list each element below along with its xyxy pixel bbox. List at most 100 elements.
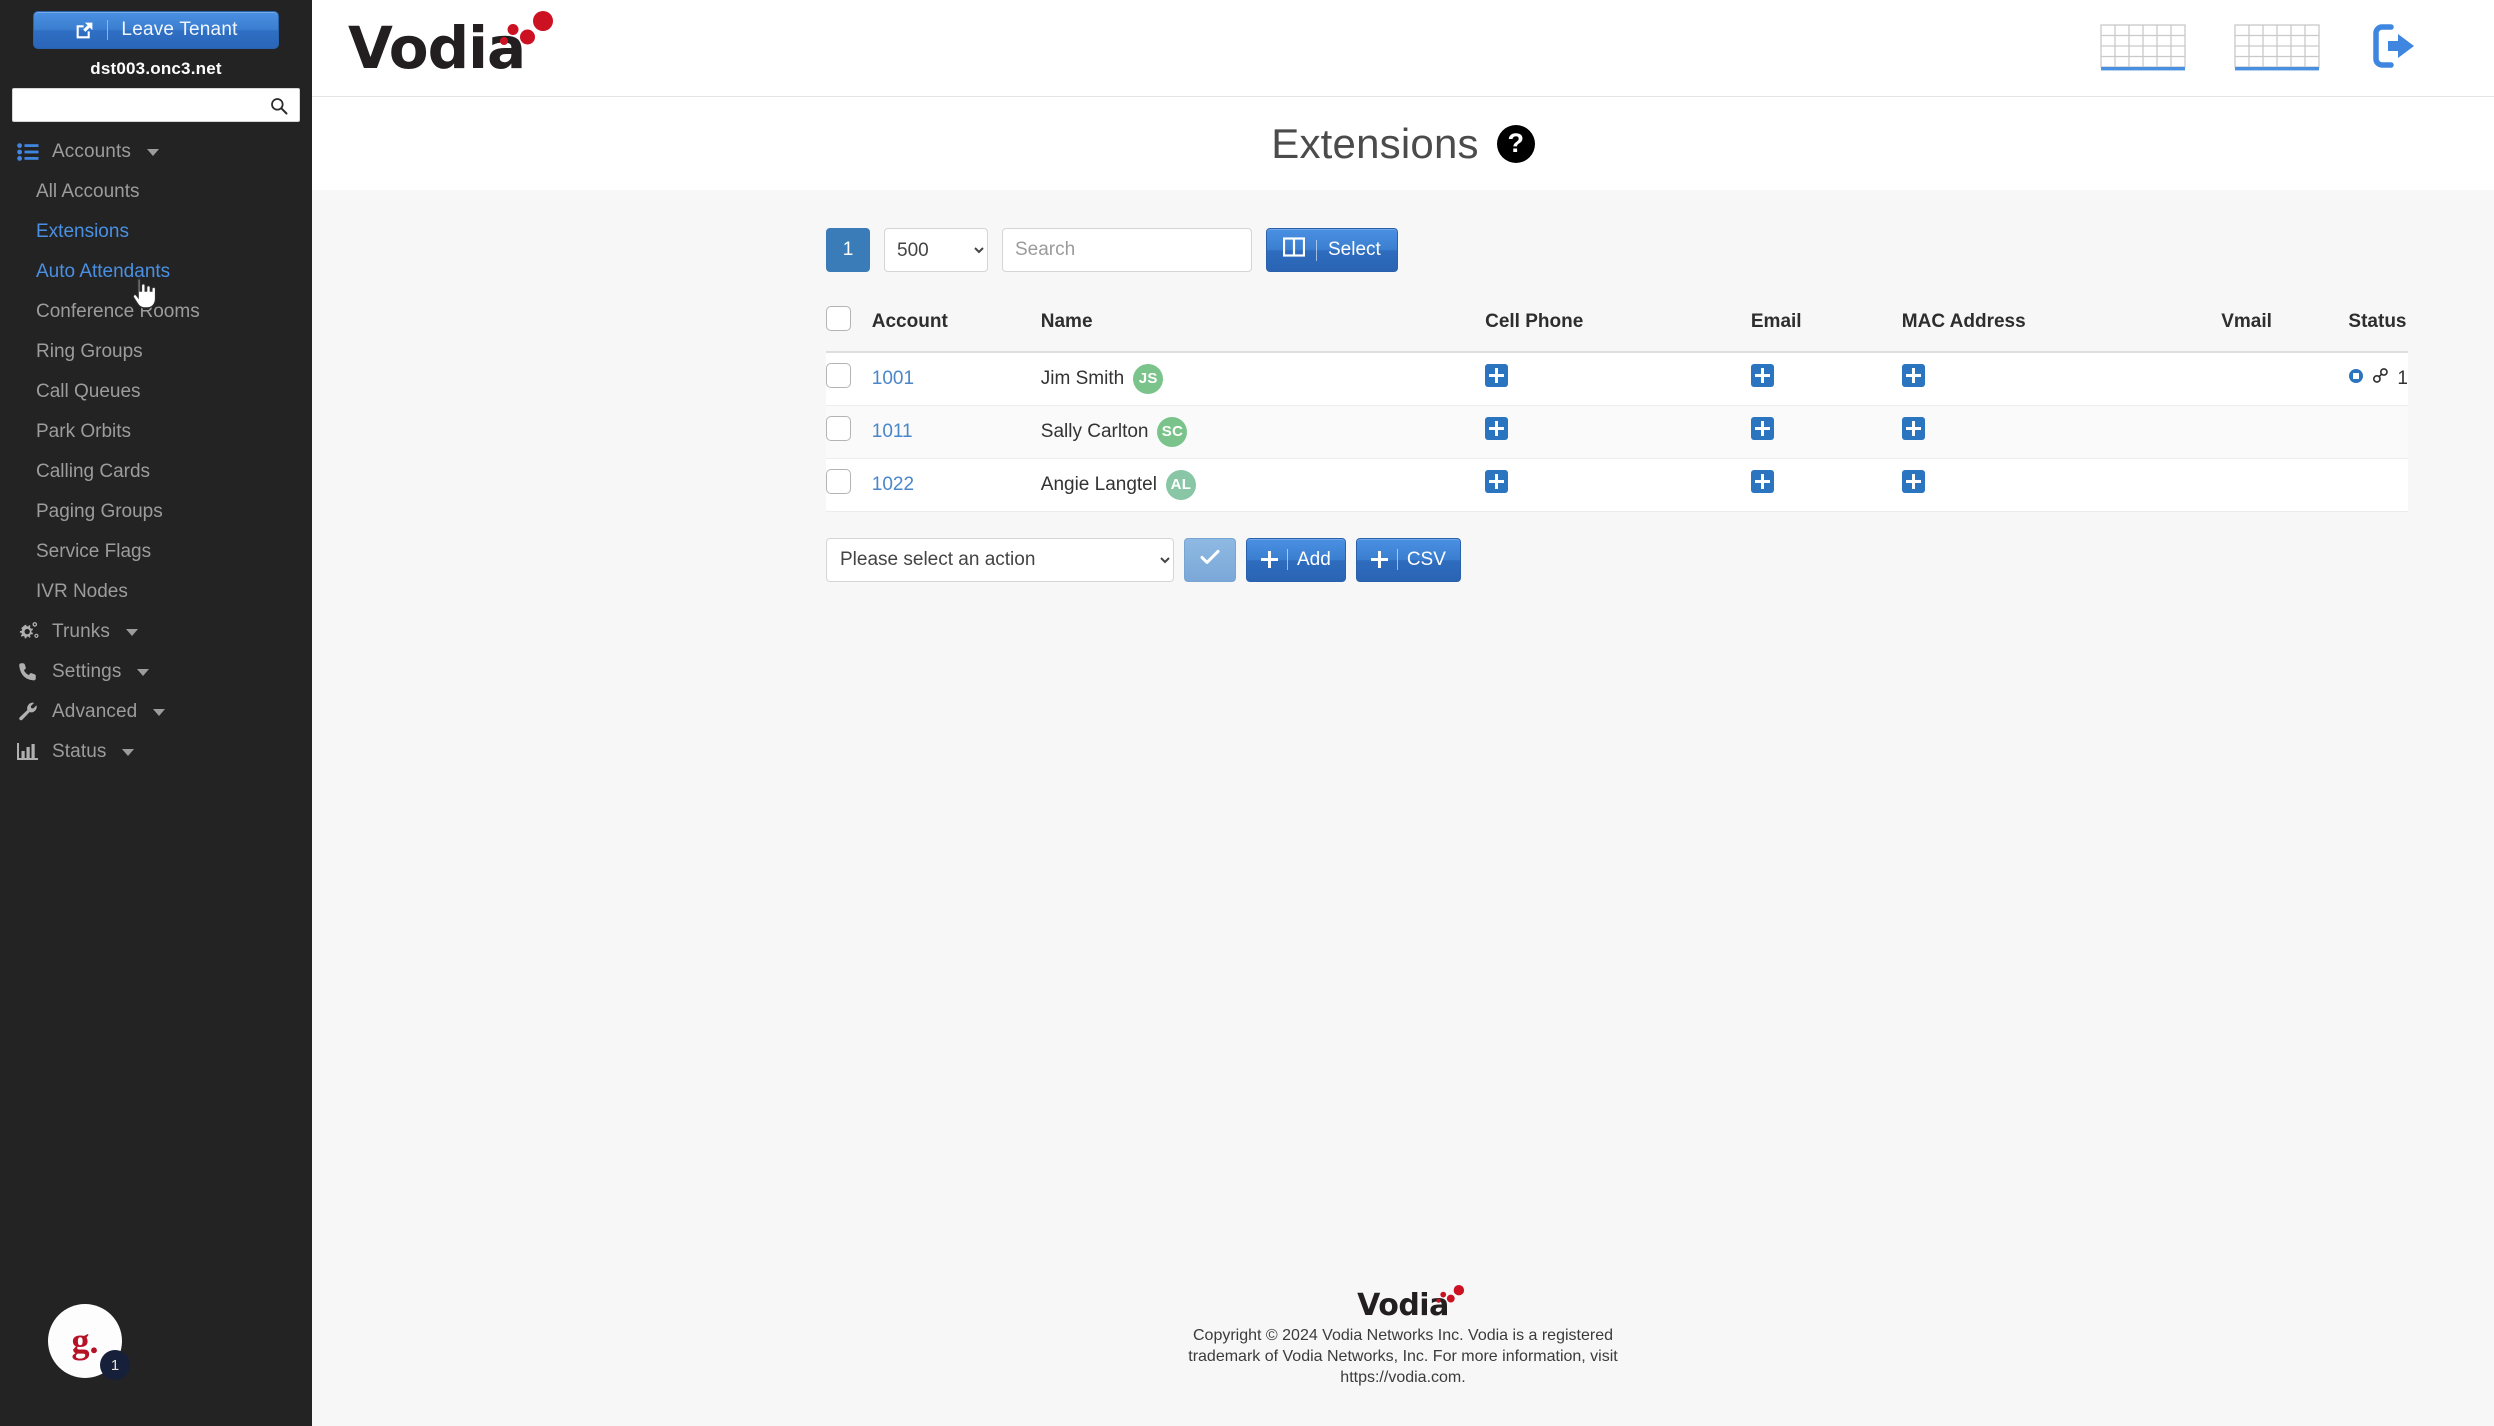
sidebar-item-ring-groups[interactable]: Ring Groups (0, 332, 312, 372)
divider (107, 20, 109, 40)
sidebar-item-service-flags[interactable]: Service Flags (0, 532, 312, 572)
sidebar-group-trunks[interactable]: Trunks (0, 612, 312, 652)
bulk-action-select[interactable]: Please select an action (826, 537, 1174, 582)
cell-account: 1001 (871, 352, 1041, 406)
main-area: Vodia Extensions ? 1 500 Search Select A… (312, 0, 2494, 1426)
sidebar-group-settings[interactable]: Settings (0, 652, 312, 692)
chevron-down-icon (153, 708, 166, 716)
sidebar-group-accounts[interactable]: Accounts (0, 132, 312, 172)
column-header-email[interactable]: Email (1750, 294, 1902, 353)
sidebar-item-ivr-nodes[interactable]: IVR Nodes (0, 572, 312, 612)
sidebar-nav: Accounts All Accounts Extensions Auto At… (0, 132, 312, 772)
sidebar-group-label: Settings (52, 661, 122, 682)
row-checkbox[interactable] (826, 363, 851, 389)
add-mac-address-icon[interactable] (1901, 417, 1925, 440)
contact-name: Angie Langtel (1040, 473, 1157, 495)
sidebar-group-advanced[interactable]: Advanced (0, 692, 312, 732)
add-button[interactable]: Add (1246, 537, 1346, 582)
leave-tenant-label: Leave Tenant (121, 19, 238, 40)
divider (1396, 549, 1398, 570)
column-header-cell-phone[interactable]: Cell Phone (1485, 294, 1751, 353)
wrench-icon (16, 701, 40, 723)
copyright-line-2: trademark of Vodia Networks, Inc. For mo… (1188, 1347, 1618, 1365)
column-header-account[interactable]: Account (871, 294, 1041, 353)
add-cell-phone-icon[interactable] (1485, 470, 1509, 493)
sidebar-group-status[interactable]: Status (0, 732, 312, 772)
registration-dot-icon (2348, 368, 2364, 390)
column-header-name[interactable]: Name (1040, 294, 1486, 353)
select-columns-button[interactable]: Select (1266, 228, 1398, 272)
sidebar-item-calling-cards[interactable]: Calling Cards (0, 452, 312, 492)
sidebar-item-conference-rooms[interactable]: Conference Rooms (0, 292, 312, 332)
select-label: Select (1328, 239, 1381, 260)
add-mac-address-icon[interactable] (1901, 364, 1925, 388)
page-size-select[interactable]: 500 (884, 228, 988, 272)
table-grid-icon-2[interactable] (2234, 24, 2320, 72)
table-grid-icon-1[interactable] (2100, 24, 2186, 72)
sidebar-item-auto-attendants[interactable]: Auto Attendants (0, 252, 312, 292)
help-icon[interactable]: ? (1496, 124, 1535, 163)
row-checkbox[interactable] (826, 469, 851, 494)
copyright-line-3[interactable]: https://vodia.com. (1188, 1367, 1617, 1388)
csv-button[interactable]: CSV (1355, 537, 1461, 582)
column-header-status[interactable]: Status (2348, 294, 2408, 353)
cell-cell-phone (1485, 352, 1751, 406)
add-email-icon[interactable] (1750, 364, 1774, 388)
pagination-page-1-button[interactable]: 1 (826, 228, 870, 272)
add-email-icon[interactable] (1750, 470, 1774, 493)
leave-tenant-button[interactable]: Leave Tenant (33, 11, 279, 49)
sidebar-item-paging-groups[interactable]: Paging Groups (0, 492, 312, 532)
sidebar-item-label: Extensions (36, 221, 129, 242)
account-link[interactable]: 1022 (872, 474, 914, 495)
column-header-vmail[interactable]: Vmail (2221, 294, 2349, 353)
row-select-cell (826, 405, 872, 459)
add-cell-phone-icon[interactable] (1485, 364, 1509, 388)
account-link[interactable]: 1011 (872, 421, 913, 442)
select-all-checkbox[interactable] (826, 306, 851, 331)
row-checkbox[interactable] (826, 416, 851, 441)
sidebar-item-all-accounts[interactable]: All Accounts (0, 172, 312, 212)
chain-link-icon[interactable] (2372, 367, 2389, 390)
check-icon (1200, 548, 1220, 571)
bar-chart-icon (16, 742, 40, 762)
user-avatar-container[interactable]: g. 1 (48, 1304, 130, 1380)
avatar: SC (1157, 416, 1188, 447)
table-body: 1001 Jim Smith JS 1 1011 Sally Carlton S… (826, 352, 2408, 512)
cell-cell-phone (1485, 405, 1751, 459)
add-mac-address-icon[interactable] (1901, 470, 1925, 493)
contact-name: Jim Smith (1040, 367, 1125, 389)
add-label: Add (1297, 548, 1331, 570)
sidebar-item-label: Service Flags (36, 541, 152, 562)
sidebar-search-input[interactable] (13, 89, 299, 121)
search-icon[interactable] (269, 96, 289, 121)
row-select-cell (826, 352, 872, 406)
sidebar-item-park-orbits[interactable]: Park Orbits (0, 412, 312, 452)
chevron-down-icon (137, 668, 150, 676)
logout-icon[interactable] (2368, 21, 2424, 76)
topbar: Vodia (312, 0, 2494, 97)
external-link-icon (74, 20, 95, 41)
footer: Vodia Copyright © 2024 Vodia Networks In… (312, 1284, 2494, 1426)
chevron-down-icon (146, 148, 159, 156)
sidebar-item-extensions[interactable]: Extensions (0, 212, 312, 252)
cell-email (1750, 458, 1902, 512)
sidebar-item-label: Auto Attendants (36, 261, 171, 282)
sidebar-group-label: Accounts (52, 141, 131, 162)
account-link[interactable]: 1001 (872, 368, 914, 389)
column-header-mac-address[interactable]: MAC Address (1901, 294, 2222, 353)
search-input[interactable] (1002, 228, 1252, 272)
vodia-logo: Vodia (348, 11, 553, 77)
status-count: 1 (2397, 367, 2408, 389)
add-cell-phone-icon[interactable] (1485, 417, 1509, 440)
logo-dots-icon (496, 11, 556, 62)
sidebar-item-call-queues[interactable]: Call Queues (0, 372, 312, 412)
apply-action-button[interactable] (1184, 537, 1236, 582)
cell-mac-address (1901, 352, 2222, 406)
add-email-icon[interactable] (1750, 417, 1774, 440)
phone-icon (16, 661, 40, 683)
page-title: Extensions (1271, 119, 1479, 167)
copyright-line-1: Copyright © 2024 Vodia Networks Inc. Vod… (1192, 1326, 1613, 1344)
list-icon (16, 143, 40, 161)
cell-status (2348, 458, 2408, 512)
sidebar-group-label: Trunks (52, 621, 110, 642)
